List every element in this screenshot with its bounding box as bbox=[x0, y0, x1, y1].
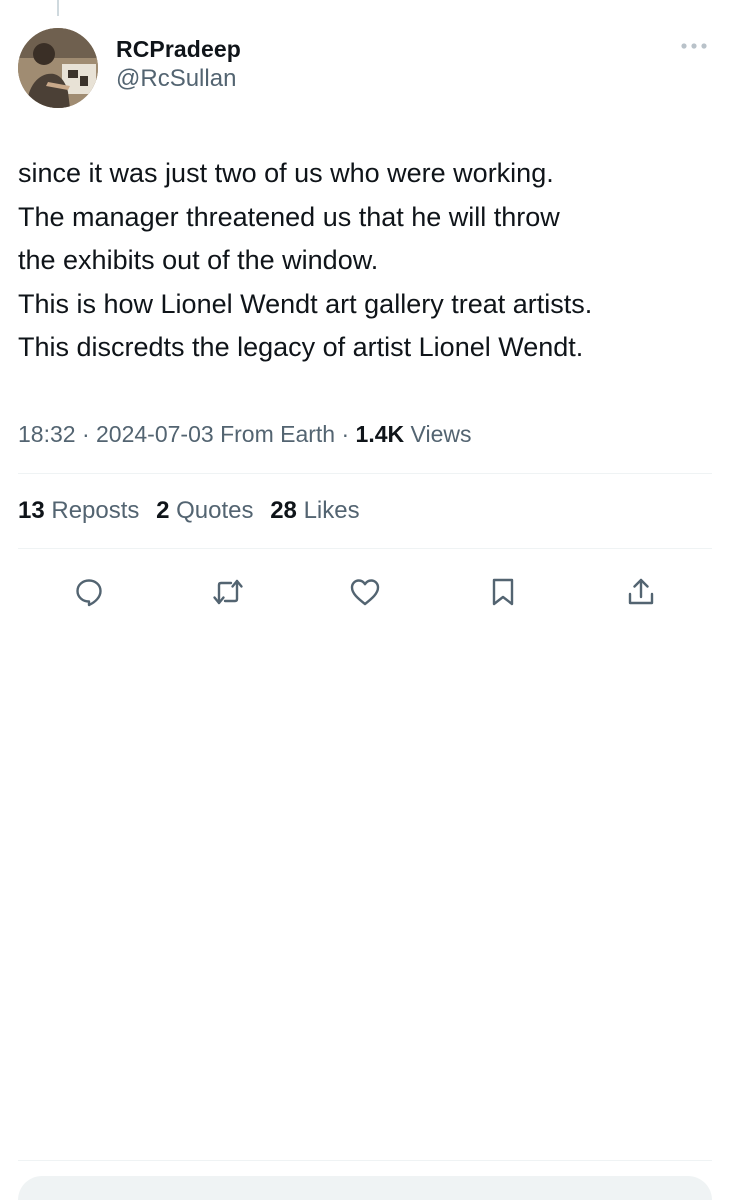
quotes-stat[interactable]: 2 Quotes bbox=[156, 495, 253, 527]
reposts-stat[interactable]: 13 Reposts bbox=[18, 495, 139, 527]
reply-icon bbox=[76, 579, 102, 607]
likes-label: Likes bbox=[303, 497, 360, 524]
thread-connector-line bbox=[57, 0, 59, 16]
reposts-label: Reposts bbox=[51, 497, 140, 524]
tweet-detail-page: RCPradeep @RcSullan since it was just tw… bbox=[0, 0, 730, 1200]
separator: · bbox=[81, 421, 90, 447]
bookmark-icon bbox=[492, 578, 514, 606]
quotes-label: Quotes bbox=[176, 497, 254, 524]
repost-button[interactable] bbox=[208, 572, 248, 612]
tweet-actions-bar bbox=[0, 572, 730, 612]
reposts-count: 13 bbox=[18, 497, 45, 524]
share-button[interactable] bbox=[621, 572, 661, 612]
likes-count: 28 bbox=[270, 497, 297, 524]
repost-icon bbox=[213, 579, 243, 605]
more-options-button[interactable] bbox=[678, 30, 710, 62]
tweet-date[interactable]: 2024-07-03 bbox=[96, 421, 214, 447]
avatar-photo-icon bbox=[18, 28, 98, 108]
user-identity: RCPradeep @RcSullan bbox=[116, 34, 241, 94]
tweet-text-line: The manager threatened us that he will t… bbox=[18, 201, 560, 232]
reply-button[interactable] bbox=[69, 572, 109, 612]
divider bbox=[18, 1160, 712, 1161]
views-label[interactable]: Views bbox=[411, 421, 472, 447]
avatar[interactable] bbox=[18, 28, 98, 108]
quotes-count: 2 bbox=[156, 497, 170, 524]
like-button[interactable] bbox=[345, 572, 385, 612]
share-icon bbox=[628, 578, 654, 605]
tweet-body: since it was just two of us who were wor… bbox=[18, 152, 718, 370]
views-count[interactable]: 1.4K bbox=[356, 421, 405, 447]
tweet-text-line: This discredts the legacy of artist Lion… bbox=[18, 332, 584, 362]
more-dots-icon bbox=[681, 43, 707, 49]
divider bbox=[18, 548, 712, 549]
separator: · bbox=[341, 421, 350, 447]
engagement-stats: 13 Reposts 2 Quotes 28 Likes bbox=[18, 495, 370, 527]
tweet-metadata: 18:32 · 2024-07-03 From Earth · 1.4K Vie… bbox=[18, 418, 471, 450]
author-display-name[interactable]: RCPradeep bbox=[116, 34, 241, 64]
tweet-text-line: the exhibits out of the window. bbox=[18, 245, 379, 275]
divider bbox=[18, 473, 712, 474]
likes-stat[interactable]: 28 Likes bbox=[270, 495, 359, 527]
like-icon bbox=[350, 579, 380, 606]
tweet-text-line: since it was just two of us who were wor… bbox=[18, 158, 554, 188]
author-handle[interactable]: @RcSullan bbox=[116, 64, 241, 94]
tweet-time[interactable]: 18:32 bbox=[18, 421, 76, 447]
reply-input[interactable] bbox=[18, 1176, 712, 1200]
tweet-header: RCPradeep @RcSullan bbox=[18, 24, 712, 108]
tweet-source: From Earth bbox=[220, 421, 336, 447]
bookmark-button[interactable] bbox=[483, 572, 523, 612]
tweet-text-line: This is how Lionel Wendt art gallery tre… bbox=[18, 288, 593, 319]
